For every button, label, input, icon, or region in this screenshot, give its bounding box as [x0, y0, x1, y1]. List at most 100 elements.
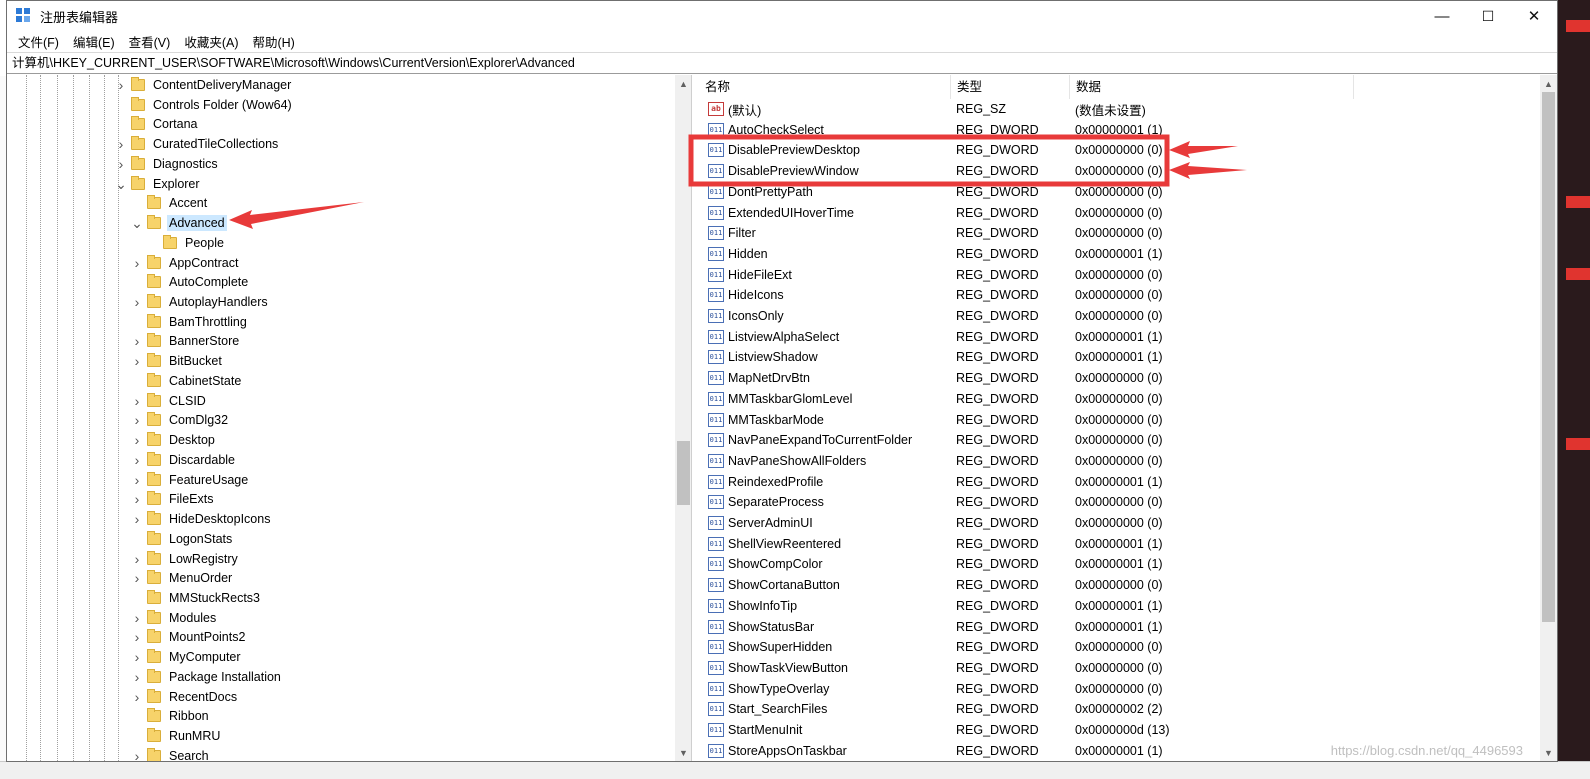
chevron-right-icon[interactable]: ›	[131, 551, 143, 567]
tree-item[interactable]: Accent	[131, 193, 209, 213]
chevron-right-icon[interactable]: ›	[131, 393, 143, 409]
chevron-right-icon[interactable]: ›	[131, 629, 143, 645]
chevron-right-icon[interactable]: ›	[115, 136, 127, 152]
chevron-right-icon[interactable]: ›	[131, 511, 143, 527]
value-row[interactable]: 011 NavPaneExpandToCurrentFolder REG_DWORD…	[699, 430, 1540, 450]
tree-item[interactable]: › Search	[131, 746, 211, 761]
value-row[interactable]: 011 ShowTaskViewButton REG_DWORD 0x00000000…	[699, 658, 1540, 678]
menu-favorites[interactable]: 收藏夹(A)	[177, 32, 245, 51]
column-data[interactable]: 数据	[1070, 75, 1354, 99]
tree-item[interactable]: › LowRegistry	[131, 549, 240, 569]
tree-item[interactable]: › AppContract	[131, 253, 240, 273]
tree-item[interactable]: › FeatureUsage	[131, 470, 250, 490]
value-row[interactable]: 011 DisablePreviewDesktop REG_DWORD 0x00000…	[699, 140, 1540, 160]
tree-item[interactable]: LogonStats	[131, 529, 234, 549]
value-row[interactable]: 011 AutoCheckSelect REG_DWORD 0x00000001 (1…	[699, 120, 1540, 140]
tree-item[interactable]: › RecentDocs	[131, 687, 239, 707]
value-row[interactable]: 011 Filter REG_DWORD 0x00000000 (0)	[699, 223, 1540, 243]
tree-item[interactable]: People	[147, 233, 226, 253]
value-row[interactable]: 011 Start_SearchFiles REG_DWORD 0x00000002 …	[699, 699, 1540, 719]
scroll-up-arrow-icon[interactable]: ▲	[1540, 75, 1557, 92]
close-button[interactable]: ✕	[1511, 1, 1557, 31]
value-row[interactable]: 011 ShowTypeOverlay REG_DWORD 0x00000000 (0…	[699, 679, 1540, 699]
menu-help[interactable]: 帮助(H)	[245, 32, 301, 51]
tree-item[interactable]: › BannerStore	[131, 331, 241, 351]
chevron-right-icon[interactable]: ›	[131, 689, 143, 705]
value-row[interactable]: 011 ListviewShadow REG_DWORD 0x00000001 (1)	[699, 347, 1540, 367]
tree-item[interactable]: › CLSID	[131, 391, 208, 411]
chevron-right-icon[interactable]: ›	[131, 570, 143, 586]
chevron-right-icon[interactable]: ›	[131, 353, 143, 369]
value-row[interactable]: 011 ListviewAlphaSelect REG_DWORD 0x0000000…	[699, 327, 1540, 347]
chevron-right-icon[interactable]: ›	[131, 412, 143, 428]
value-row[interactable]: 011 HideIcons REG_DWORD 0x00000000 (0)	[699, 285, 1540, 305]
chevron-right-icon[interactable]: ›	[131, 452, 143, 468]
chevron-right-icon[interactable]: ›	[131, 669, 143, 685]
value-row[interactable]: 011 ShowSuperHidden REG_DWORD 0x00000000 (0…	[699, 637, 1540, 657]
value-row[interactable]: 011 ShowStatusBar REG_DWORD 0x00000001 (1)	[699, 617, 1540, 637]
menu-file[interactable]: 文件(F)	[11, 32, 66, 51]
value-row[interactable]: 011 ReindexedProfile REG_DWORD 0x00000001 (…	[699, 472, 1540, 492]
value-row[interactable]: 011 NavPaneShowAllFolders REG_DWORD 0x00000…	[699, 451, 1540, 471]
tree-scrollbar[interactable]: ▲ ▼	[675, 75, 691, 761]
chevron-right-icon[interactable]: ›	[131, 748, 143, 761]
scroll-up-arrow-icon[interactable]: ▲	[675, 75, 691, 92]
menu-edit[interactable]: 编辑(E)	[66, 32, 122, 51]
value-row[interactable]: 011 HideFileExt REG_DWORD 0x00000000 (0)	[699, 265, 1540, 285]
tree-item[interactable]: › HideDesktopIcons	[131, 509, 272, 529]
tree-item[interactable]: › AutoplayHandlers	[131, 292, 270, 312]
tree-scroll-thumb[interactable]	[677, 441, 690, 505]
chevron-right-icon[interactable]: ›	[115, 77, 127, 93]
value-row[interactable]: 011 MMTaskbarGlomLevel REG_DWORD 0x00000000…	[699, 389, 1540, 409]
value-row[interactable]: 011 ServerAdminUI REG_DWORD 0x00000000 (0)	[699, 513, 1540, 533]
chevron-right-icon[interactable]: ›	[131, 432, 143, 448]
tree-item[interactable]: › Discardable	[131, 450, 237, 470]
tree-item[interactable]: › Modules	[131, 608, 218, 628]
chevron-right-icon[interactable]: ›	[131, 472, 143, 488]
chevron-right-icon[interactable]: ›	[115, 156, 127, 172]
value-row[interactable]: 011 IconsOnly REG_DWORD 0x00000000 (0)	[699, 306, 1540, 326]
value-row[interactable]: 011 DisablePreviewWindow REG_DWORD 0x000000…	[699, 161, 1540, 181]
menu-view[interactable]: 查看(V)	[122, 32, 178, 51]
chevron-right-icon[interactable]: ›	[131, 333, 143, 349]
chevron-right-icon[interactable]: ›	[131, 491, 143, 507]
chevron-right-icon[interactable]: ›	[131, 255, 143, 271]
tree-item[interactable]: Controls Folder (Wow64)	[115, 95, 294, 115]
tree-item[interactable]: › Diagnostics	[115, 154, 220, 174]
value-row[interactable]: 011 MMTaskbarMode REG_DWORD 0x00000000 (0)	[699, 410, 1540, 430]
tree-item[interactable]: › MountPoints2	[131, 627, 247, 647]
tree-item[interactable]: Ribbon	[131, 706, 211, 726]
scroll-down-arrow-icon[interactable]: ▼	[675, 744, 691, 761]
tree-item[interactable]: BamThrottling	[131, 312, 249, 332]
chevron-right-icon[interactable]: ›	[131, 294, 143, 310]
tree-item[interactable]: › Desktop	[131, 430, 217, 450]
tree-item[interactable]: CabinetState	[131, 371, 243, 391]
chevron-right-icon[interactable]: ›	[131, 649, 143, 665]
value-row[interactable]: 011 ExtendedUIHoverTime REG_DWORD 0x0000000…	[699, 203, 1540, 223]
tree-item[interactable]: MMStuckRects3	[131, 588, 262, 608]
tree-item[interactable]: Cortana	[115, 114, 199, 134]
tree-item[interactable]: › BitBucket	[131, 351, 224, 371]
tree-item[interactable]: › MenuOrder	[131, 568, 234, 588]
tree-item[interactable]: › FileExts	[131, 489, 215, 509]
tree-item[interactable]: AutoComplete	[131, 272, 250, 292]
tree-item[interactable]: › ContentDeliveryManager	[115, 75, 293, 95]
chevron-right-icon[interactable]: ›	[131, 610, 143, 626]
column-name[interactable]: 名称	[699, 75, 951, 99]
value-row[interactable]: 011 Hidden REG_DWORD 0x00000001 (1)	[699, 244, 1540, 264]
chevron-down-icon[interactable]: ⌄	[115, 177, 127, 191]
tree-item[interactable]: RunMRU	[131, 726, 222, 746]
tree-item[interactable]: › ComDlg32	[131, 410, 230, 430]
value-row[interactable]: 011 ShowInfoTip REG_DWORD 0x00000001 (1)	[699, 596, 1540, 616]
list-scroll-thumb[interactable]	[1542, 92, 1555, 622]
value-row[interactable]: 011 ShellViewReentered REG_DWORD 0x00000001…	[699, 534, 1540, 554]
tree-item[interactable]: › CuratedTileCollections	[115, 134, 280, 154]
minimize-button[interactable]: —	[1419, 1, 1465, 31]
tree-item[interactable]: › Package Installation	[131, 667, 283, 687]
address-bar[interactable]: 计算机\HKEY_CURRENT_USER\SOFTWARE\Microsoft…	[7, 52, 1557, 74]
chevron-down-icon[interactable]: ⌄	[131, 216, 143, 230]
value-row[interactable]: 011 SeparateProcess REG_DWORD 0x00000000 (0…	[699, 492, 1540, 512]
tree-item[interactable]: ⌄ Advanced	[131, 213, 227, 233]
value-row[interactable]: 011 MapNetDrvBtn REG_DWORD 0x00000000 (0)	[699, 368, 1540, 388]
tree-item[interactable]: › MyComputer	[131, 647, 243, 667]
